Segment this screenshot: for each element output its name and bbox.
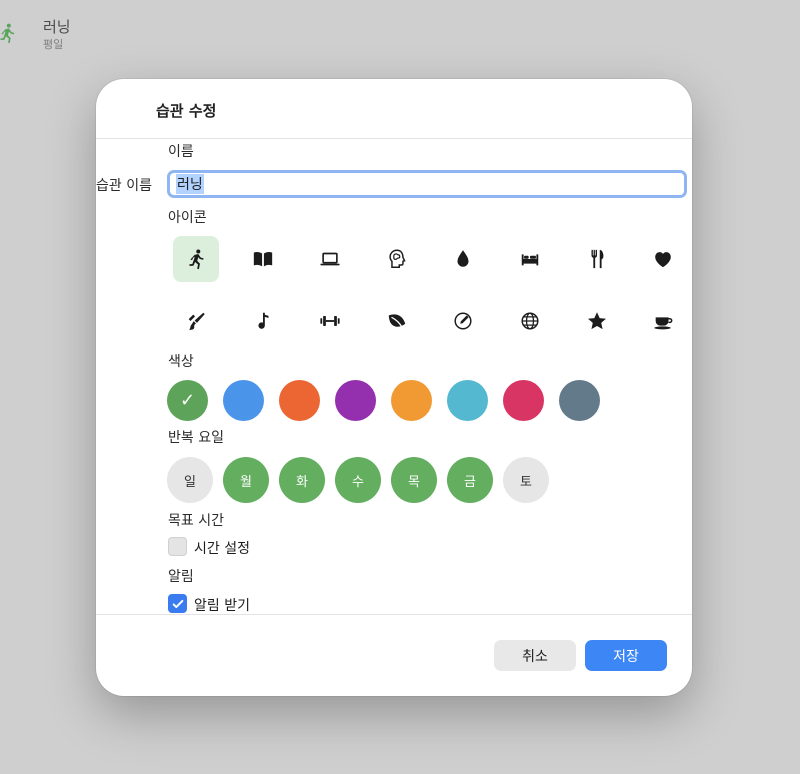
figure-run-icon (0, 22, 18, 44)
color-swatch-orange-red[interactable] (279, 380, 320, 421)
icon-option-leaf[interactable] (374, 298, 420, 344)
color-swatch-purple[interactable] (335, 380, 376, 421)
day-toggle-thu[interactable]: 목 (391, 457, 437, 503)
icon-option-brain[interactable] (374, 236, 420, 282)
color-section-label: 색상 (168, 354, 194, 370)
alarm-label: 알림 받기 (194, 598, 250, 614)
icon-option-heart[interactable] (640, 236, 686, 282)
icon-option-dumbbell[interactable] (307, 298, 353, 344)
icon-option-paintbrush[interactable] (173, 298, 219, 344)
day-toggle-tue[interactable]: 화 (279, 457, 325, 503)
day-toggle-sat[interactable]: 토 (503, 457, 549, 503)
paintbrush-icon (188, 312, 205, 330)
color-swatch-cyan[interactable] (447, 380, 488, 421)
icon-option-bed[interactable] (507, 236, 553, 282)
habit-name-value: 러닝 (176, 174, 204, 194)
background-habit-title: 러닝 (43, 18, 71, 36)
color-swatch-blue[interactable] (223, 380, 264, 421)
figure-run-icon (189, 249, 204, 270)
icon-option-pencil-circle[interactable] (440, 298, 486, 344)
background-habit-row[interactable]: 러닝 평일 (0, 6, 200, 56)
cancel-button[interactable]: 취소 (494, 640, 576, 671)
icon-section-label: 아이콘 (168, 210, 207, 226)
book-icon (253, 251, 273, 267)
heart-icon (655, 252, 671, 268)
laptop-icon (320, 252, 340, 266)
day-toggle-sun[interactable]: 일 (167, 457, 213, 503)
name-field-label: 습관 이름 (96, 178, 152, 194)
globe-icon (521, 312, 539, 330)
brain-head-icon (389, 249, 406, 268)
checkmark-icon (172, 599, 183, 608)
time-setting-checkbox[interactable] (168, 537, 187, 556)
goal-section-label: 목표 시간 (168, 513, 224, 529)
icon-option-globe[interactable] (507, 298, 553, 344)
repeat-section-label: 반복 요일 (168, 430, 224, 446)
bed-icon (521, 254, 539, 266)
music-note-icon (258, 312, 269, 329)
footer-divider (96, 614, 692, 615)
color-swatch-orange[interactable] (391, 380, 432, 421)
checkmark-icon: ✓ (179, 390, 196, 411)
header-divider (96, 138, 692, 139)
day-toggle-fri[interactable]: 금 (447, 457, 493, 503)
day-toggle-mon[interactable]: 월 (223, 457, 269, 503)
star-icon (588, 312, 606, 330)
cup-icon (654, 317, 673, 330)
name-section-label: 이름 (168, 144, 194, 160)
pencil-circle-icon (454, 312, 472, 330)
icon-option-run[interactable] (173, 236, 219, 282)
time-setting-label: 시간 설정 (194, 541, 250, 557)
color-swatch-green[interactable]: ✓ (167, 380, 208, 421)
alarm-section-label: 알림 (168, 569, 194, 585)
dialog-title: 습관 수정 (156, 102, 217, 120)
color-swatch-pink[interactable] (503, 380, 544, 421)
edit-habit-dialog: 습관 수정 이름 습관 이름 러닝 아이콘 색상 ✓ 반복 요일 일 월 화 수… (96, 79, 692, 696)
day-toggle-wed[interactable]: 수 (335, 457, 381, 503)
icon-option-laptop[interactable] (307, 236, 353, 282)
icon-option-book[interactable] (240, 236, 286, 282)
habit-name-input[interactable]: 러닝 (167, 170, 687, 198)
alarm-checkbox[interactable] (168, 594, 187, 613)
leaf-icon (388, 314, 406, 327)
icon-option-star[interactable] (574, 298, 620, 344)
icon-option-drop[interactable] (440, 236, 486, 282)
drop-icon (457, 250, 469, 267)
dumbbell-icon (320, 315, 340, 327)
icon-option-cup[interactable] (640, 298, 686, 344)
icon-option-fork-knife[interactable] (574, 236, 620, 282)
icon-option-music[interactable] (240, 298, 286, 344)
save-button[interactable]: 저장 (585, 640, 667, 671)
background-habit-subtitle: 평일 (43, 38, 64, 51)
color-swatch-slate[interactable] (559, 380, 600, 421)
fork-knife-icon (591, 249, 604, 269)
